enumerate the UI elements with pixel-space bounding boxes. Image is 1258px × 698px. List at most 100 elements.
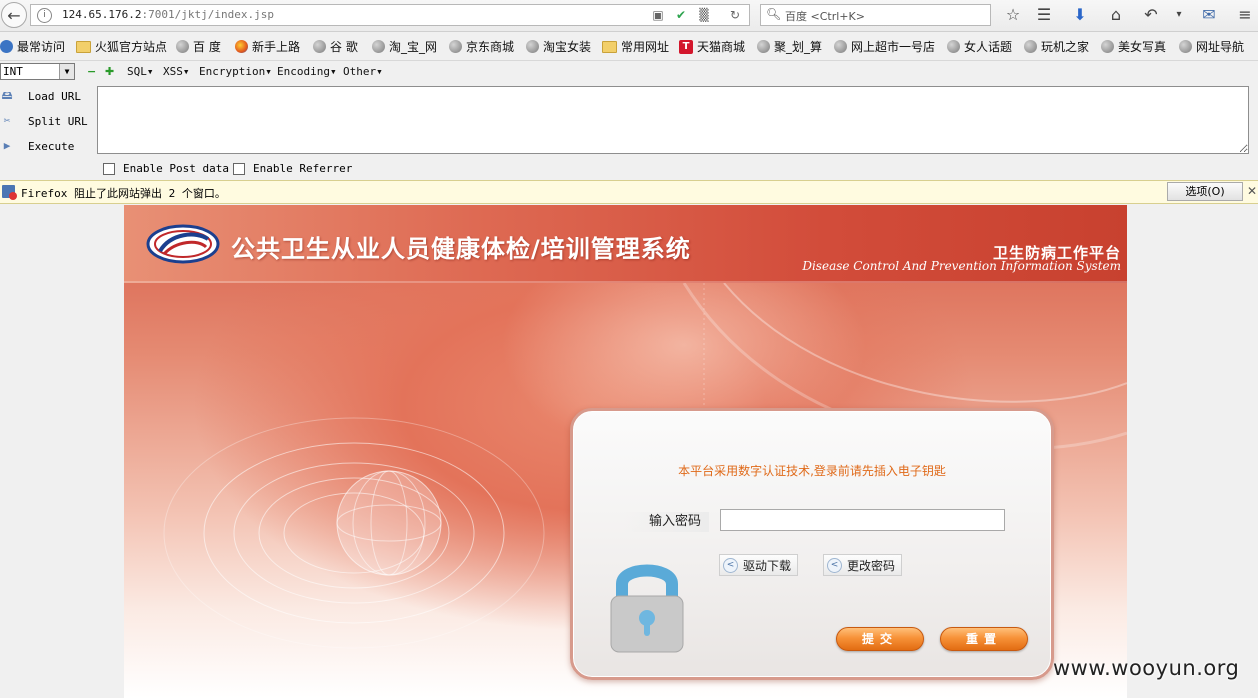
search-placeholder: 百度 <Ctrl+K> (785, 10, 865, 23)
tmall-icon: T (679, 39, 693, 54)
close-icon[interactable]: ✕ (1247, 184, 1257, 198)
popup-blocked-bar: Firefox 阻止了此网站弹出 2 个窗口。 选项(O) ✕ (0, 180, 1258, 204)
password-label: 输入密码 (623, 512, 709, 532)
reading-list-icon[interactable]: ☰ (1034, 5, 1054, 25)
menu-encoding[interactable]: Encoding▾ (277, 65, 337, 78)
reload-icon[interactable]: ↻ (728, 8, 742, 22)
menu-sql[interactable]: SQL▾ (127, 65, 154, 78)
undo-icon[interactable]: ↶ (1141, 5, 1161, 25)
menu-encryption[interactable]: Encryption▾ (199, 65, 272, 78)
navigation-toolbar: ← i 124.65.176.2:7001/jktj/index.jsp ▣ ✔… (0, 0, 1258, 32)
bookmark-label: 网上超市一号店 (851, 40, 936, 54)
decrease-icon[interactable]: − (87, 65, 96, 78)
platform-title-en: Disease Control And Prevention Informati… (802, 259, 1121, 273)
url-text[interactable]: 124.65.176.2:7001/jktj/index.jsp (62, 8, 274, 21)
bookmark-item[interactable]: 京东商城 (449, 38, 514, 55)
bookmark-item[interactable]: 新手上路 (235, 38, 300, 55)
globe-icon (526, 40, 539, 53)
globe-icon (372, 40, 385, 53)
bookmark-label: 新手上路 (252, 40, 301, 54)
bookmark-star-icon[interactable]: ☆ (1003, 5, 1023, 25)
globe-icon (313, 40, 326, 53)
driver-download-button[interactable]: < 驱动下载 (719, 554, 799, 576)
bookmark-item[interactable]: 玩机之家 (1024, 38, 1089, 55)
split-url-label: Split URL (28, 114, 88, 128)
site-info-icon[interactable]: i (37, 8, 52, 23)
search-bar[interactable]: 🔍︎ 百度 <Ctrl+K> (760, 4, 991, 26)
bookmark-item[interactable]: 最常访问 (0, 38, 65, 55)
change-password-button[interactable]: < 更改密码 (823, 554, 903, 576)
login-notice: 本平台采用数字认证技术,登录前请先插入电子钥匙 (678, 464, 946, 478)
url-host: 124.65.176.2 (62, 8, 142, 21)
split-url-button[interactable]: ✂ Split URL (0, 111, 96, 131)
driver-download-label: 驱动下载 (743, 558, 792, 573)
bookmark-item[interactable]: 女人话题 (947, 38, 1012, 55)
folder-icon (76, 40, 91, 53)
menu-icon[interactable]: ≡ (1235, 5, 1255, 25)
page-title: 公共卫生从业人员健康体检/培训管理系统 (231, 235, 691, 263)
enable-referrer-checkbox[interactable]: Enable Referrer (233, 162, 352, 175)
bookmark-item[interactable]: 百 度 (176, 38, 221, 55)
increase-icon[interactable]: ✚ (105, 65, 114, 78)
bookmark-item[interactable]: 谷 歌 (313, 38, 358, 55)
url-bar[interactable]: i 124.65.176.2:7001/jktj/index.jsp ▣ ✔ ▒… (30, 4, 750, 26)
bookmark-label: 网址导航 (1196, 40, 1245, 54)
globe-icon (834, 40, 847, 53)
folder-icon (602, 40, 617, 53)
load-url-button[interactable]: 🖴︎ Load URL (0, 86, 96, 106)
back-arrow-icon: ← (7, 5, 21, 25)
bookmark-label: 淘_宝_网 (389, 40, 438, 54)
submit-button[interactable]: 提交 (836, 627, 924, 651)
bookmark-item[interactable]: 淘_宝_网 (372, 38, 437, 55)
page-header: 公共卫生从业人员健康体检/培训管理系统 卫生防病工作平台 Disease Con… (124, 205, 1127, 283)
search-icon: 🔍︎ (766, 7, 782, 21)
globe-icon (1179, 40, 1192, 53)
notification-text: Firefox 阻止了此网站弹出 2 个窗口。 (21, 187, 226, 200)
bookmark-item[interactable]: 淘宝女装 (526, 38, 591, 55)
bookmark-label: 天猫商城 (697, 40, 746, 54)
bookmark-label: 最常访问 (17, 40, 66, 54)
globe-icon (757, 40, 770, 53)
url-textarea[interactable] (97, 86, 1249, 154)
play-icon: ▶ (3, 139, 11, 152)
url-path: :7001/jktj/index.jsp (141, 8, 274, 21)
bookmark-label: 常用网址 (621, 40, 670, 54)
hackbar-panel: INT ▼ − ✚ SQL▾ XSS▾ Encryption▾ Encoding▾… (0, 61, 1258, 180)
execute-button[interactable]: ▶ Execute (0, 136, 96, 156)
shield-icon[interactable]: ✔ (674, 8, 688, 22)
execute-label: Execute (28, 139, 75, 153)
checkbox-box[interactable] (103, 162, 115, 175)
chat-icon[interactable]: ✉ (1199, 5, 1219, 25)
menu-other[interactable]: Other▾ (343, 65, 383, 78)
menu-xss[interactable]: XSS▾ (163, 65, 190, 78)
lock-icon (610, 564, 684, 653)
chevron-down-icon[interactable]: ▾ (1169, 5, 1189, 25)
enable-referrer-label: Enable Referrer (253, 162, 353, 175)
back-button[interactable]: ← (1, 2, 27, 28)
password-input[interactable] (720, 509, 1005, 531)
bookmark-label: 玩机之家 (1041, 40, 1090, 54)
reader-view-icon[interactable]: ▣ (651, 8, 665, 22)
home-icon[interactable]: ⌂ (1106, 5, 1126, 25)
enable-post-checkbox[interactable]: Enable Post data (103, 162, 229, 175)
login-page: 公共卫生从业人员健康体检/培训管理系统 卫生防病工作平台 Disease Con… (124, 205, 1127, 698)
int-select[interactable]: INT ▼ (0, 63, 75, 80)
globe-icon (947, 40, 960, 53)
bookmark-item[interactable]: 常用网址 (602, 38, 669, 55)
bookmark-item[interactable]: 聚_划_算 (757, 38, 822, 55)
watermark: www.wooyun.org (1053, 656, 1240, 680)
options-button[interactable]: 选项(O) (1167, 182, 1243, 201)
scissors-icon: ✂ (3, 114, 11, 127)
bookmark-item[interactable]: 网上超市一号店 (834, 38, 935, 55)
bookmark-item[interactable]: 美女写真 (1101, 38, 1166, 55)
reset-button[interactable]: 重置 (940, 627, 1028, 651)
checkbox-box[interactable] (233, 162, 245, 175)
most-visited-icon (0, 40, 13, 53)
bookmark-item[interactable]: T 天猫商城 (679, 38, 745, 55)
cdc-logo (146, 224, 220, 264)
load-url-label: Load URL (28, 89, 81, 103)
bookmark-item[interactable]: 网址导航 (1179, 38, 1244, 55)
bookmark-item[interactable]: 火狐官方站点 (76, 38, 167, 55)
qr-code-icon[interactable]: ▒ (697, 8, 711, 22)
download-icon[interactable]: ⬇ (1070, 5, 1090, 25)
